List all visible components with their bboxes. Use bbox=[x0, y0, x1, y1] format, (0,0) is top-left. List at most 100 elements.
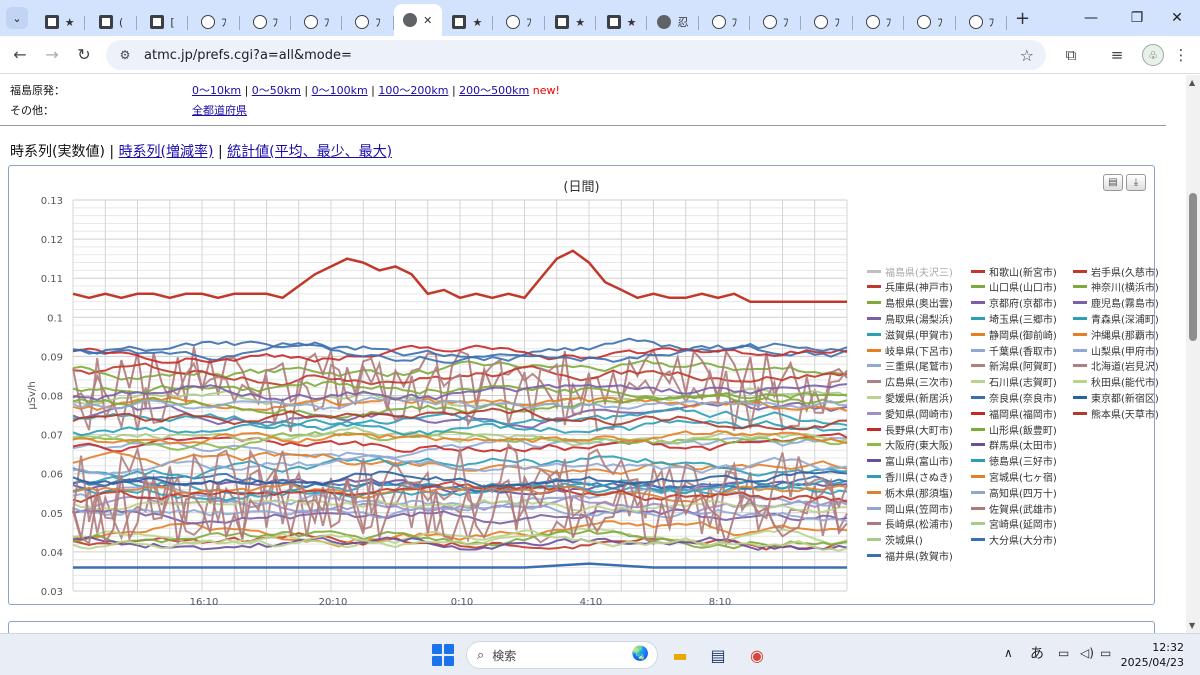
legend-item[interactable]: 佐賀県(武雄市) bbox=[971, 501, 1057, 516]
legend-item[interactable]: 石川県(志賀町) bbox=[971, 375, 1057, 389]
legend-item[interactable]: 徳島県(三好市) bbox=[971, 454, 1057, 468]
legend-item[interactable]: 宮崎県(延岡市) bbox=[971, 517, 1057, 531]
new-tab-button[interactable]: + bbox=[1015, 8, 1030, 29]
browser-tab[interactable]: ﾌ bbox=[493, 8, 545, 36]
browser-tab[interactable]: ﾌ bbox=[801, 8, 854, 36]
close-window-button[interactable]: ✕ bbox=[1154, 0, 1200, 36]
link-all-prefectures[interactable]: 全都道府県 bbox=[192, 104, 247, 117]
chrome-icon[interactable]: ◉ bbox=[744, 642, 770, 668]
legend-item[interactable]: 岡山県(笠岡市) bbox=[867, 501, 953, 516]
browser-tab[interactable]: ﾌ bbox=[342, 8, 395, 36]
legend-item[interactable]: 富山県(富山市) bbox=[867, 454, 953, 468]
legend-item[interactable]: 島根県(奥出雲) bbox=[867, 296, 953, 310]
legend-item[interactable]: 長崎県(松浦市) bbox=[867, 517, 953, 531]
legend-item[interactable]: 滋賀県(甲賀市) bbox=[867, 327, 953, 342]
legend-item[interactable]: 神奈川(横浜市) bbox=[1073, 280, 1159, 294]
scroll-thumb[interactable] bbox=[1189, 193, 1197, 341]
legend-item[interactable]: 栃木県(那須塩) bbox=[867, 485, 953, 500]
download-chart-button[interactable]: ⤓ bbox=[1126, 174, 1146, 191]
start-button[interactable] bbox=[432, 644, 454, 666]
browser-tab[interactable]: [ bbox=[137, 8, 189, 36]
link-0-10km[interactable]: 0～10km bbox=[192, 84, 241, 97]
view-link-rate[interactable]: 時系列(増減率) bbox=[119, 144, 214, 160]
back-button[interactable]: ← bbox=[4, 39, 36, 71]
site-info-icon[interactable]: ⚙ bbox=[116, 46, 134, 64]
ime-indicator[interactable]: あ bbox=[1030, 643, 1044, 663]
browser-tab[interactable]: ★ bbox=[34, 8, 86, 36]
browser-tab[interactable]: ﾌ bbox=[750, 8, 802, 36]
legend-item[interactable]: 広島県(三次市) bbox=[867, 375, 953, 389]
browser-tab[interactable]: ﾌ bbox=[699, 8, 751, 36]
legend-item[interactable]: 三重県(尾鷲市) bbox=[867, 359, 953, 373]
view-link-stats[interactable]: 統計値(平均、最少、最大) bbox=[227, 144, 392, 160]
legend-item[interactable]: 秋田県(能代市) bbox=[1073, 375, 1159, 389]
legend-item[interactable]: 山口県(山口市) bbox=[971, 280, 1057, 294]
legend-item[interactable]: 大分県(大分市) bbox=[971, 533, 1057, 547]
legend-item[interactable]: 鹿児島(霧島市) bbox=[1073, 296, 1159, 310]
address-bar[interactable]: ⚙ atmc.jp/prefs.cgi?a=all&mode= ☆ bbox=[106, 40, 1046, 70]
browser-tab[interactable]: ★ bbox=[545, 8, 597, 36]
scroll-up-icon[interactable]: ▲ bbox=[1189, 78, 1195, 87]
legend-item[interactable]: 茨城県() bbox=[867, 533, 923, 547]
legend-item[interactable]: 福島県(夫沢三) bbox=[867, 264, 953, 279]
legend-item[interactable]: 福岡県(福岡市) bbox=[971, 406, 1057, 421]
file-explorer-icon[interactable]: ▬ bbox=[667, 642, 693, 668]
legend-item[interactable]: 千葉県(香取市) bbox=[971, 343, 1057, 358]
bookmark-star-icon[interactable]: ☆ bbox=[1020, 46, 1034, 65]
browser-tab[interactable]: ( bbox=[85, 8, 138, 36]
legend-item[interactable]: 新潟県(阿賀町) bbox=[971, 359, 1057, 373]
browser-tab[interactable]: ﾌ bbox=[291, 8, 343, 36]
tab-search-button[interactable]: ⌄ bbox=[6, 7, 28, 29]
legend-item[interactable]: 兵庫県(神戸市) bbox=[867, 280, 953, 294]
notepad-icon[interactable]: ▤ bbox=[705, 642, 731, 668]
legend-item[interactable]: 和歌山(新宮市) bbox=[971, 264, 1057, 279]
battery-icon[interactable]: ▭ bbox=[1100, 646, 1111, 660]
legend-item[interactable]: 愛媛県(新居浜) bbox=[867, 390, 953, 405]
legend-item[interactable]: 山形県(飯豊町) bbox=[971, 422, 1057, 437]
link-100-200km[interactable]: 100～200km bbox=[378, 84, 448, 97]
page-scrollbar[interactable]: ▲ ▼ bbox=[1186, 75, 1200, 633]
extensions-icon[interactable]: ⧉ bbox=[1056, 40, 1086, 70]
legend-item[interactable]: 愛知県(岡崎市) bbox=[867, 406, 953, 421]
browser-tab[interactable]: ★ bbox=[442, 8, 494, 36]
browser-tab[interactable]: ﾌ bbox=[853, 8, 905, 36]
legend-item[interactable]: 群馬県(太田市) bbox=[971, 438, 1057, 452]
scroll-down-icon[interactable]: ▼ bbox=[1189, 621, 1195, 630]
legend-item[interactable]: 静岡県(御前崎) bbox=[971, 327, 1057, 342]
legend-item[interactable]: 東京都(新宿区) bbox=[1073, 390, 1159, 405]
legend-item[interactable]: 山梨県(甲府市) bbox=[1073, 343, 1159, 358]
reload-button[interactable]: ↻ bbox=[68, 39, 100, 71]
close-tab-icon[interactable]: ✕ bbox=[423, 14, 432, 27]
browser-tab[interactable]: ✕ bbox=[393, 4, 442, 36]
browser-tab[interactable]: ★ bbox=[596, 8, 648, 36]
legend-item[interactable]: 鳥取県(湯梨浜) bbox=[867, 311, 953, 326]
minimize-button[interactable]: — bbox=[1068, 0, 1114, 36]
legend-item[interactable]: 福井県(敦賀市) bbox=[867, 548, 953, 563]
legend-item[interactable]: 高知県(四万十) bbox=[971, 485, 1057, 500]
legend-item[interactable]: 大阪府(東大阪) bbox=[867, 438, 953, 452]
menu-kebab-icon[interactable]: ⋮ bbox=[1166, 40, 1196, 70]
url-text[interactable]: atmc.jp/prefs.cgi?a=all&mode= bbox=[144, 48, 352, 63]
print-chart-button[interactable]: ▤ bbox=[1103, 174, 1123, 191]
tray-overflow-icon[interactable]: ∧ bbox=[1004, 646, 1013, 660]
legend-item[interactable]: 岐阜県(下呂市) bbox=[867, 343, 953, 358]
legend-item[interactable]: 北海道(岩見沢) bbox=[1073, 359, 1159, 373]
browser-tab[interactable]: ﾌ bbox=[956, 8, 1008, 36]
legend-item[interactable]: 京都府(京都市) bbox=[971, 296, 1057, 310]
link-200-500km[interactable]: 200～500km bbox=[459, 84, 529, 97]
forward-button[interactable]: → bbox=[36, 39, 68, 71]
legend-item[interactable]: 宮城県(七ヶ宿) bbox=[971, 469, 1057, 484]
legend-item[interactable]: 香川県(さぬき) bbox=[867, 469, 953, 484]
legend-item[interactable]: 奈良県(奈良市) bbox=[971, 390, 1057, 405]
legend-item[interactable]: 熊本県(天草市) bbox=[1073, 406, 1159, 421]
browser-tab[interactable]: ﾌ bbox=[188, 8, 240, 36]
link-0-50km[interactable]: 0～50km bbox=[252, 84, 301, 97]
media-control-icon[interactable]: ≡ bbox=[1102, 40, 1132, 70]
legend-item[interactable]: 沖縄県(那覇市) bbox=[1073, 327, 1159, 342]
legend-item[interactable]: 埼玉県(三郷市) bbox=[971, 311, 1057, 326]
volume-icon[interactable]: ◁) bbox=[1080, 646, 1094, 660]
legend-item[interactable]: 青森県(深浦町) bbox=[1073, 311, 1159, 326]
taskbar-search[interactable]: ⌕ 検索 🌏 bbox=[466, 641, 658, 669]
clock[interactable]: 12:32 2025/04/23 bbox=[1121, 640, 1184, 670]
browser-tab[interactable]: ﾌ bbox=[904, 8, 957, 36]
